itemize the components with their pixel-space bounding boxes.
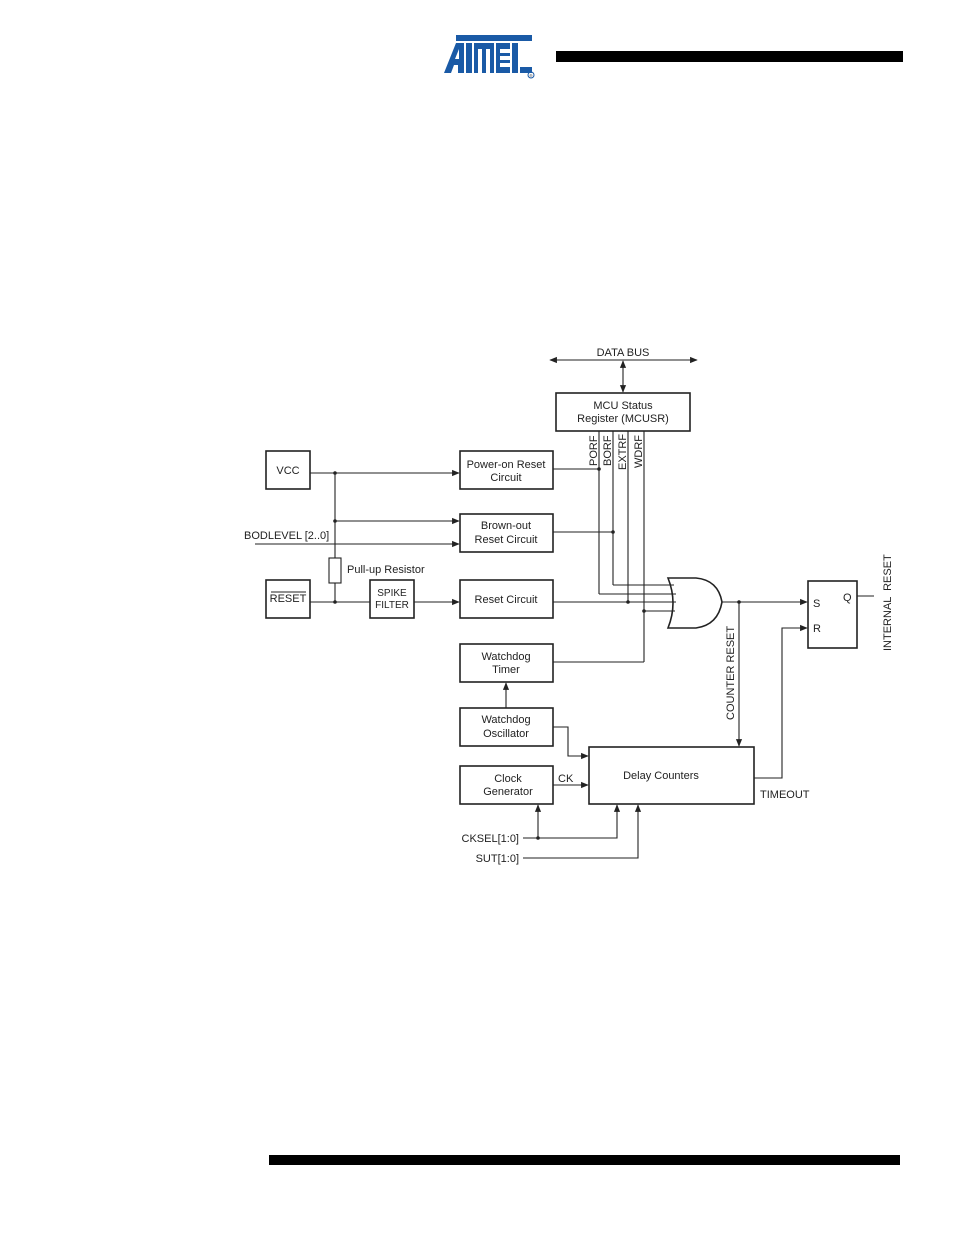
footer-rule [269, 1155, 900, 1165]
mcusr-block [555, 392, 691, 432]
latch-r-label: R [813, 623, 821, 635]
counter-reset-label: COUNTER RESET [725, 626, 737, 720]
mcusr-label-line1: MCU Status [593, 400, 653, 412]
watchdog-osc-label-line2: Oscillator [483, 728, 529, 740]
clock-generator-block [459, 765, 554, 805]
pullup-resistor-symbol [328, 557, 342, 584]
timeout-line [754, 624, 808, 779]
vcc-label: VCC [276, 465, 299, 477]
or-gate [666, 577, 723, 629]
timeout-label: TIMEOUT [760, 789, 810, 801]
spike-filter-label-line2: FILTER [375, 600, 409, 611]
watchdog-osc-label-line1: Watchdog [481, 714, 530, 726]
watchdog-timer-block [459, 643, 554, 683]
clock-gen-label-line2: Generator [483, 786, 533, 798]
internal-reset-label: INTERNAL RESET [882, 554, 894, 651]
spike-filter-label-line1: SPIKE [377, 588, 407, 599]
por-label-line1: Power-on Reset [467, 459, 546, 471]
cksel-label: CKSEL[1:0] [462, 833, 519, 845]
pullup-label: Pull-up Resistor [347, 564, 425, 576]
sut-label: SUT[1:0] [476, 853, 519, 865]
datasheet-page: ® DATA BUS MCU Status Register (MCUSR) P… [0, 0, 954, 1235]
latch-s-label: S [813, 598, 820, 610]
latch-q-label: Q [843, 592, 852, 604]
flag-wdrf-label: WDRF [633, 435, 645, 468]
watchdog-timer-label-line1: Watchdog [481, 651, 530, 663]
delay-counters-label: Delay Counters [623, 770, 699, 782]
flag-porf-label: PORF [588, 435, 600, 466]
flag-borf-label: BORF [602, 435, 614, 466]
flag-extrf-label: EXTRF [617, 434, 629, 470]
reset-pin-label: RESET [270, 593, 307, 605]
data-bus-label: DATA BUS [597, 347, 650, 359]
clock-gen-label-line1: Clock [494, 773, 522, 785]
watchdog-timer-label-line2: Timer [492, 664, 520, 676]
bodlevel-label: BODLEVEL [2..0] [244, 530, 329, 542]
bor-label-line2: Reset Circuit [475, 534, 538, 546]
bor-label-line1: Brown-out [481, 520, 531, 532]
ck-label: CK [558, 773, 574, 785]
mcusr-label-line2: Register (MCUSR) [577, 413, 669, 425]
reset-logic-diagram: DATA BUS MCU Status Register (MCUSR) POR… [244, 347, 894, 865]
reset-circuit-label: Reset Circuit [475, 594, 538, 606]
por-label-line2: Circuit [490, 472, 521, 484]
spike-filter-block [369, 579, 415, 619]
